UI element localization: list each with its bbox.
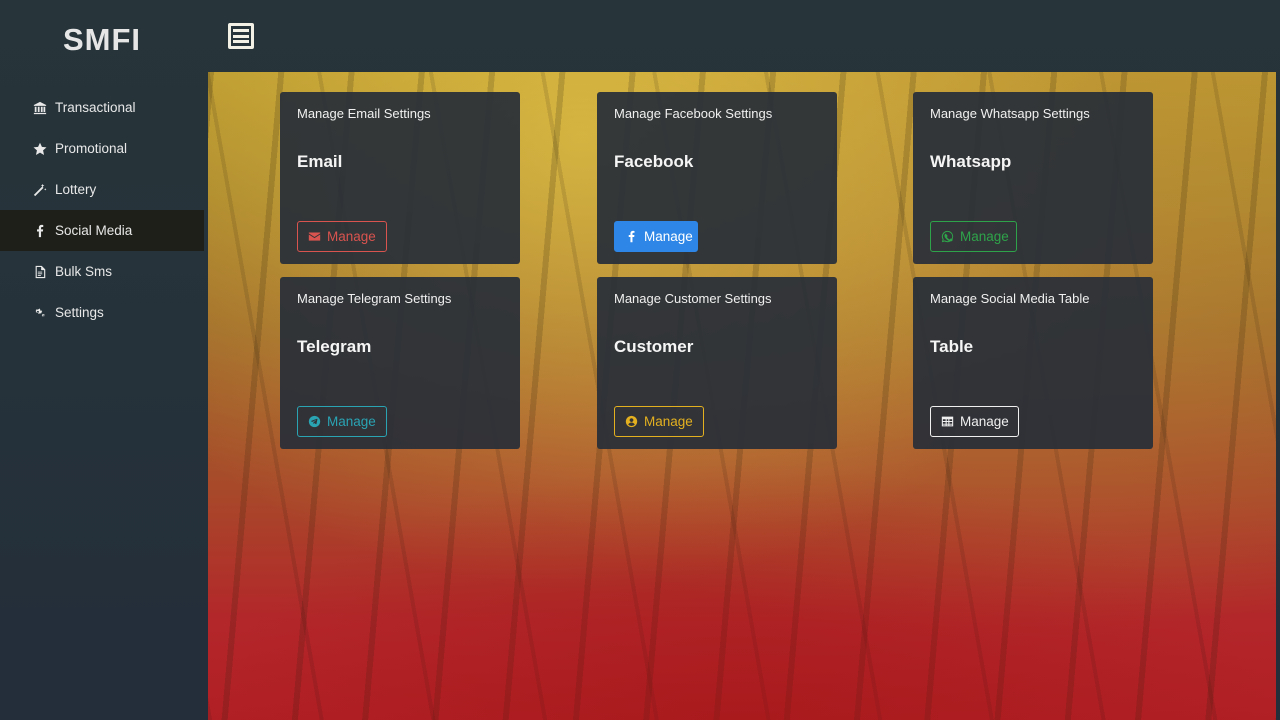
hamburger-line [233,34,249,38]
card-title: Email [297,152,343,171]
menu-toggle-button[interactable] [228,23,254,49]
star-icon [33,142,47,156]
card-table: Manage Social Media Table Table Manage [913,277,1153,449]
card-title: Table [930,337,974,356]
bank-icon [33,101,47,115]
hamburger-line [233,28,249,32]
magic-wand-icon [33,183,47,197]
card-email: Manage Email Settings Email Manage [280,92,520,264]
user-circle-icon [625,415,644,428]
file-icon [33,265,47,279]
sidebar-nav: Transactional Promotional Lottery Social… [0,87,204,333]
card-customer: Manage Customer Settings Customer Manage [597,277,837,449]
manage-table-button[interactable]: Manage [930,406,1019,437]
card-whatsapp: Manage Whatsapp Settings Whatsapp Manage [913,92,1153,264]
manage-whatsapp-button[interactable]: Manage [930,221,1017,252]
sidebar-item-settings[interactable]: Settings [0,292,204,333]
sidebar-item-label: Bulk Sms [55,264,113,279]
whatsapp-icon [941,230,960,243]
sidebar-item-promotional[interactable]: Promotional [0,128,204,169]
card-subtitle: Manage Whatsapp Settings [930,106,1090,121]
sidebar-item-lottery[interactable]: Lottery [0,169,204,210]
manage-email-button[interactable]: Manage [297,221,387,252]
hamburger-line [233,40,249,44]
card-title: Telegram [297,337,372,356]
gears-icon [33,306,47,320]
sidebar-item-transactional[interactable]: Transactional [0,87,204,128]
card-subtitle: Manage Facebook Settings [614,106,773,121]
button-label: Manage [327,414,376,429]
envelope-icon [308,230,327,243]
sidebar-item-label: Settings [55,305,104,320]
card-subtitle: Manage Customer Settings [614,291,772,306]
card-title: Whatsapp [930,152,1012,171]
sidebar-item-label: Social Media [55,223,133,238]
manage-facebook-button[interactable]: Manage [614,221,698,252]
sidebar: SMFI Transactional Promotional Lottery S… [0,0,208,720]
facebook-icon [33,224,47,238]
card-subtitle: Manage Email Settings [297,106,431,121]
button-label: Manage [327,229,376,244]
sidebar-item-social-media[interactable]: Social Media [0,210,204,251]
manage-telegram-button[interactable]: Manage [297,406,387,437]
card-title: Customer [614,337,694,356]
brand-logo[interactable]: SMFI [0,22,204,58]
card-title: Facebook [614,152,694,171]
button-label: Manage [960,414,1009,429]
manage-customer-button[interactable]: Manage [614,406,704,437]
sidebar-item-label: Transactional [55,100,136,115]
card-facebook: Manage Facebook Settings Facebook Manage [597,92,837,264]
telegram-icon [308,415,327,428]
button-label: Manage [960,229,1009,244]
sidebar-item-bulk-sms[interactable]: Bulk Sms [0,251,204,292]
button-label: Manage [644,229,693,244]
facebook-icon [625,230,644,243]
card-subtitle: Manage Social Media Table [930,291,1090,306]
sidebar-item-label: Lottery [55,182,97,197]
table-icon [941,415,960,428]
sidebar-item-label: Promotional [55,141,128,156]
card-telegram: Manage Telegram Settings Telegram Manage [280,277,520,449]
button-label: Manage [644,414,693,429]
card-subtitle: Manage Telegram Settings [297,291,452,306]
